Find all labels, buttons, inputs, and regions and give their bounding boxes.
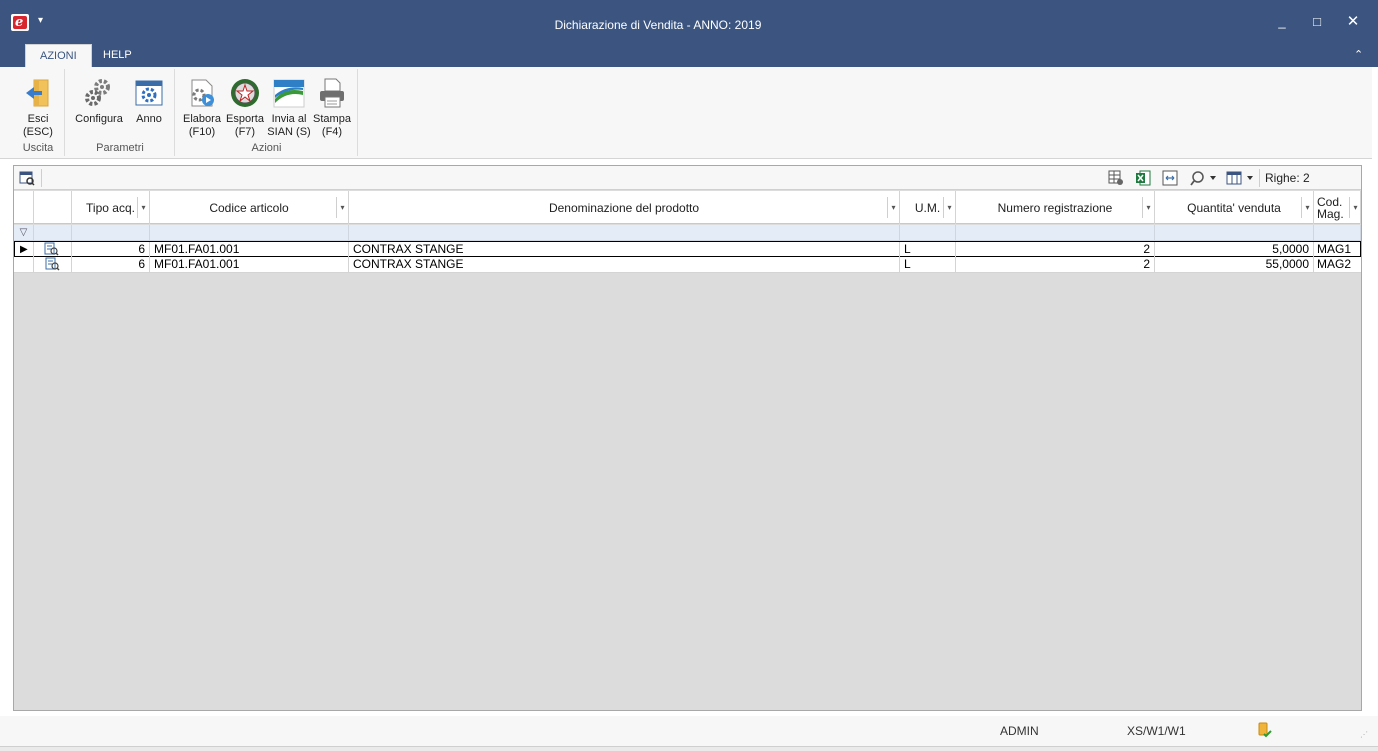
cell-tipo-acq: 6 bbox=[72, 257, 150, 273]
row-count-label: Righe: 2 bbox=[1265, 171, 1310, 185]
grid-layout-icon[interactable] bbox=[19, 170, 35, 186]
anno-button[interactable]: Anno bbox=[130, 77, 168, 126]
tab-azioni[interactable]: AZIONI bbox=[25, 44, 92, 67]
ribbon-tab-row: AZIONI HELP ⌃ bbox=[0, 44, 1378, 67]
ribbon: Esci (ESC) Uscita Configura Anno Paramet… bbox=[0, 67, 1372, 159]
filter-cell-um[interactable] bbox=[900, 225, 956, 241]
column-header-denominazione[interactable]: Denominazione del prodotto bbox=[349, 191, 900, 224]
filter-cell-numero[interactable] bbox=[956, 225, 1155, 241]
resize-grip-icon[interactable]: ⋰ bbox=[1360, 730, 1368, 739]
group-label-uscita: Uscita bbox=[22, 142, 54, 154]
window-title: Dichiarazione di Vendita - ANNO: 2019 bbox=[554, 18, 762, 32]
toolbar-separator bbox=[1259, 169, 1260, 187]
filter-cell-mag[interactable] bbox=[1314, 225, 1361, 241]
sian-logo-icon bbox=[273, 77, 305, 109]
toolbar-separator bbox=[41, 169, 42, 187]
table-row[interactable]: 6 MF01.FA01.001 CONTRAX STANGE L 2 55,00… bbox=[14, 257, 1361, 273]
cell-quantita-venduta: 5,0000 bbox=[1155, 242, 1314, 258]
column-filter-dropdown-icon[interactable]: ▾ bbox=[336, 197, 348, 218]
maximize-button[interactable]: □ bbox=[1305, 11, 1329, 33]
exit-icon bbox=[22, 77, 54, 109]
status-workstation: XS/W1/W1 bbox=[1127, 724, 1186, 738]
filter-cell-tipo-acq[interactable] bbox=[72, 225, 150, 241]
group-label-parametri: Parametri bbox=[96, 142, 144, 154]
column-filter-dropdown-icon[interactable]: ▾ bbox=[137, 197, 149, 218]
ribbon-collapse-icon[interactable]: ⌃ bbox=[1354, 48, 1363, 61]
cell-um: L bbox=[900, 242, 956, 258]
column-filter-dropdown-icon[interactable]: ▾ bbox=[1349, 197, 1361, 218]
row-indicator-header bbox=[14, 191, 34, 224]
filter-cell[interactable] bbox=[34, 225, 72, 241]
window-bottom-border bbox=[0, 746, 1378, 751]
filter-row: ▽ bbox=[14, 225, 1361, 241]
cell-quantita-venduta: 55,0000 bbox=[1155, 257, 1314, 273]
search-dropdown-icon[interactable] bbox=[1190, 170, 1218, 186]
filter-cell-denominazione[interactable] bbox=[349, 225, 900, 241]
row-detail-icon[interactable] bbox=[34, 242, 72, 258]
data-grid: Righe: 2 Tipo acq. ▾ Codice articolo ▾ D… bbox=[13, 165, 1362, 711]
gears-icon bbox=[83, 77, 115, 109]
column-chooser-dropdown-icon[interactable] bbox=[1226, 170, 1256, 186]
invia-sian-button[interactable]: Invia al SIAN (S) bbox=[267, 77, 311, 139]
export-grid-icon[interactable] bbox=[1108, 170, 1124, 186]
filter-icon[interactable]: ▽ bbox=[14, 225, 34, 241]
row-indicator-icon: ▶ bbox=[15, 242, 34, 258]
column-filter-dropdown-icon[interactable]: ▾ bbox=[1142, 197, 1154, 218]
italian-emblem-icon bbox=[229, 77, 261, 109]
icon-column-header bbox=[34, 191, 72, 224]
table-row[interactable]: ▶ 6 MF01.FA01.001 CONTRAX STANGE L 2 5,0… bbox=[14, 241, 1361, 258]
cell-um: L bbox=[900, 257, 956, 273]
close-button[interactable]: ✕ bbox=[1341, 11, 1365, 33]
column-filter-dropdown-icon[interactable]: ▾ bbox=[943, 197, 955, 218]
column-header-codice-articolo[interactable]: Codice articolo bbox=[150, 191, 349, 224]
filter-cell-codice[interactable] bbox=[150, 225, 349, 241]
title-bar: e ▾ Dichiarazione di Vendita - ANNO: 201… bbox=[0, 0, 1378, 44]
row-detail-icon[interactable] bbox=[34, 257, 72, 273]
cell-denominazione: CONTRAX STANGE bbox=[349, 257, 900, 273]
column-filter-dropdown-icon[interactable]: ▾ bbox=[1301, 197, 1313, 218]
filter-cell-quantita[interactable] bbox=[1155, 225, 1314, 241]
configura-button[interactable]: Configura bbox=[70, 77, 128, 126]
column-header-quantita-venduta[interactable]: Quantita' venduta bbox=[1155, 191, 1314, 224]
cell-codice-articolo: MF01.FA01.001 bbox=[150, 242, 349, 258]
row-indicator-cell bbox=[14, 257, 34, 273]
group-uscita: Esci (ESC) Uscita bbox=[12, 69, 65, 156]
cell-cod-mag: MAG2 bbox=[1317, 257, 1352, 271]
status-user: ADMIN bbox=[1000, 724, 1039, 738]
elabora-button[interactable]: Elabora (F10) bbox=[181, 77, 223, 139]
group-parametri: Configura Anno Parametri bbox=[66, 69, 175, 156]
column-header-numero-registrazione[interactable]: Numero registrazione bbox=[956, 191, 1155, 224]
column-filter-dropdown-icon[interactable]: ▾ bbox=[887, 197, 899, 218]
minimize-button[interactable]: _ bbox=[1270, 11, 1294, 33]
cell-cod-mag: MAG1 bbox=[1317, 242, 1352, 256]
process-icon bbox=[186, 77, 218, 109]
cell-tipo-acq: 6 bbox=[72, 242, 150, 258]
group-label-azioni: Azioni bbox=[251, 142, 282, 154]
grid-header: Tipo acq. ▾ Codice articolo ▾ Denominazi… bbox=[14, 191, 1361, 224]
cell-codice-articolo: MF01.FA01.001 bbox=[150, 257, 349, 273]
tab-help[interactable]: HELP bbox=[89, 44, 146, 67]
stampa-button[interactable]: Stampa (F4) bbox=[311, 77, 353, 139]
cell-numero-registrazione: 2 bbox=[956, 242, 1155, 258]
esci-button[interactable]: Esci (ESC) bbox=[12, 77, 64, 139]
cell-numero-registrazione: 2 bbox=[956, 257, 1155, 273]
database-connected-icon bbox=[1258, 722, 1272, 738]
cell-denominazione: CONTRAX STANGE bbox=[349, 242, 900, 258]
printer-icon bbox=[316, 77, 348, 109]
esporta-button[interactable]: Esporta (F7) bbox=[224, 77, 266, 139]
group-azioni: Elabora (F10) Esporta (F7) Invia al SIAN… bbox=[176, 69, 358, 156]
fit-columns-icon[interactable] bbox=[1162, 170, 1178, 186]
calendar-gear-icon bbox=[133, 77, 165, 109]
grid-toolbar: Righe: 2 bbox=[14, 166, 1361, 190]
excel-icon[interactable] bbox=[1135, 170, 1151, 186]
